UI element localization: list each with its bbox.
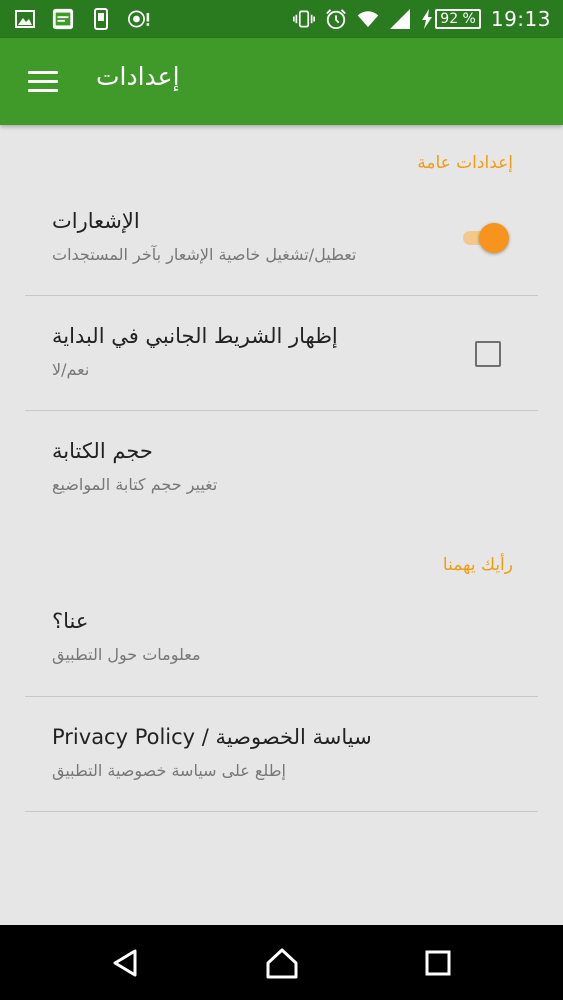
app-bar: إعدادات [0,38,563,125]
alarm-icon [325,8,347,30]
divider [25,811,538,812]
pref-about[interactable]: عنا؟ معلومات حول التطبيق [0,595,563,696]
page-title: إعدادات [96,62,180,91]
gallery-notification-icon [14,8,36,30]
battery-indicator: 92 % [421,9,481,29]
pref-title: حجم الكتابة [52,439,153,463]
battery-percent: 92 % [435,9,481,29]
back-icon[interactable] [107,945,143,981]
toggle-thumb [479,223,509,253]
pref-title: سياسة الخصوصية / Privacy Policy [52,725,372,749]
pref-title: الإشعارات [52,209,140,233]
section-header-feedback: رأيك يهمنا [442,555,513,575]
notifications-toggle[interactable] [459,223,509,253]
status-bar: 92 % 19:13 [0,0,563,38]
settings-list: إعدادات عامة الإشعارات تعطيل/تشغيل خاصية… [0,125,563,925]
phone-notification-icon [90,8,112,30]
pref-title: عنا؟ [52,609,89,633]
show-sidebar-checkbox[interactable] [475,341,501,367]
home-icon[interactable] [264,945,300,981]
pref-summary: تغيير حجم كتابة المواضيع [52,475,218,494]
pref-summary: معلومات حول التطبيق [52,645,201,664]
vibrate-icon [293,8,316,30]
section-header-general: إعدادات عامة [417,153,513,173]
pref-summary: إطلع على سياسة خصوصية التطبيق [52,761,286,780]
signal-icon [389,8,411,30]
pref-summary: تعطيل/تشغيل خاصية الإشعار بآخر المستجدات [52,245,357,264]
record-notification-icon [128,8,150,30]
wifi-icon [357,8,379,30]
recents-icon[interactable] [420,945,456,981]
pref-notifications[interactable]: الإشعارات تعطيل/تشغيل خاصية الإشعار بآخر… [0,197,563,295]
pref-privacy-policy[interactable]: سياسة الخصوصية / Privacy Policy إطلع على… [0,697,563,811]
pref-show-sidebar[interactable]: إظهار الشريط الجانبي في البداية نعم/لا [0,296,563,410]
pref-title: إظهار الشريط الجانبي في البداية [52,324,338,348]
status-clock: 19:13 [490,7,551,31]
charging-icon [422,9,433,29]
app-notification-icon [52,8,74,30]
pref-font-size[interactable]: حجم الكتابة تغيير حجم كتابة المواضيع [0,411,563,511]
pref-summary: نعم/لا [52,360,90,379]
menu-icon[interactable] [22,62,64,100]
navigation-bar [0,925,563,1000]
